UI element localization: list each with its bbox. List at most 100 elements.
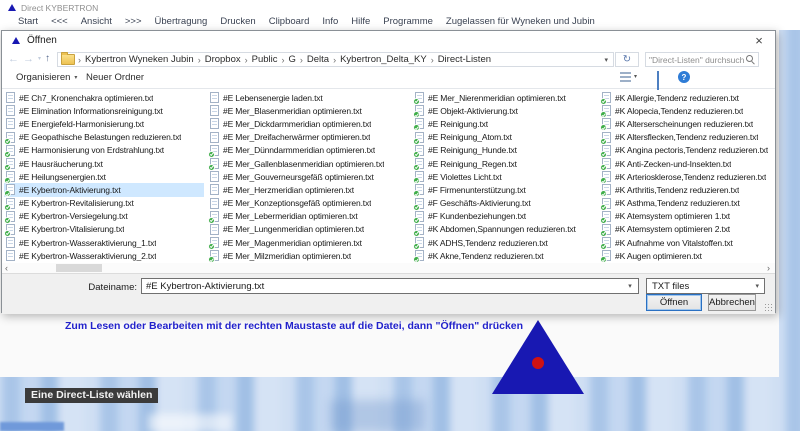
file-item[interactable]: #E Mer_Konzeptionsgefäß optimieren.txt (208, 197, 410, 210)
scroll-right-icon[interactable]: › (767, 263, 770, 273)
file-item[interactable]: #K Augen optimieren.txt (600, 249, 775, 262)
file-item[interactable]: #E Reinigung_Regen.txt (413, 157, 598, 170)
forward-icon[interactable]: → (23, 54, 34, 65)
file-item[interactable]: #E Mer_Dreifacherwärmer optimieren.txt (208, 131, 410, 144)
scroll-left-icon[interactable]: ‹ (5, 263, 8, 273)
file-item[interactable]: #E Kybertron-Vitalisierung.txt (4, 223, 204, 236)
preview-pane-button[interactable] (657, 72, 659, 90)
sync-check-badge-icon (413, 230, 420, 237)
help-button[interactable]: ? (678, 71, 690, 83)
scrollbar-thumb[interactable] (56, 264, 102, 272)
filetype-select[interactable]: TXT files ▾ (646, 278, 765, 294)
file-item[interactable]: #E Mer_Magenmeridian optimieren.txt (208, 236, 410, 249)
close-icon[interactable]: × (743, 31, 775, 50)
menu-item[interactable]: Übertragung (155, 16, 208, 27)
menu-item[interactable]: Zugelassen für Wyneken und Jubin (446, 16, 595, 27)
file-item[interactable]: #E Hausräucherung.txt (4, 157, 204, 170)
breadcrumb[interactable]: ›Kybertron Wyneken Jubin›Dropbox›Public›… (57, 52, 614, 67)
file-item[interactable]: #K Allergie,Tendenz reduzieren.txt (600, 91, 775, 104)
menu-item[interactable]: Info (322, 16, 338, 27)
file-item[interactable]: #E Objekt-Aktivierung.txt (413, 104, 598, 117)
menu-item[interactable]: Hilfe (351, 16, 370, 27)
resize-grip[interactable] (764, 303, 773, 312)
file-item[interactable]: #E Harmonisierung von Erdstrahlung.txt (4, 144, 204, 157)
file-item[interactable]: #E Elimination Informationsreinigung.txt (4, 104, 204, 117)
file-item[interactable]: #E Violettes Licht.txt (413, 170, 598, 183)
breadcrumb-item[interactable]: Dropbox (202, 54, 244, 65)
file-item[interactable]: #E Mer_Blasenmeridian optimieren.txt (208, 104, 410, 117)
file-item[interactable]: #E Mer_Lebermeridian optimieren.txt (208, 210, 410, 223)
file-item[interactable]: #E Mer_Herzmeridian optimieren.txt (208, 183, 410, 196)
file-item[interactable]: #E Mer_Milzmeridian optimieren.txt (208, 249, 410, 262)
file-item[interactable]: #E Mer_Gallenblasenmeridian optimieren.t… (208, 157, 410, 170)
file-item[interactable]: #E Ch7_Kronenchakra optimieren.txt (4, 91, 204, 104)
file-item[interactable]: #K Akne,Tendenz reduzieren.txt (413, 249, 598, 262)
file-item[interactable]: #K Anti-Zecken-und-Insekten.txt (600, 157, 775, 170)
file-item[interactable]: #K Altersflecken,Tendenz reduzieren.txt (600, 131, 775, 144)
file-item[interactable]: #E Mer_Gouverneursgefäß optimieren.txt (208, 170, 410, 183)
breadcrumb-item[interactable]: Kybertron Wyneken Jubin (82, 54, 197, 65)
open-button[interactable]: Öffnen (646, 294, 702, 311)
file-item[interactable]: #E Kybertron-Aktivierung.txt (4, 183, 204, 196)
breadcrumb-item[interactable]: Public (249, 54, 281, 65)
file-item[interactable]: #E Energiefeld-Harmonisierung.txt (4, 117, 204, 130)
menu-item[interactable]: Ansicht (81, 16, 112, 27)
file-item[interactable]: #E Heilungsenergien.txt (4, 170, 204, 183)
organize-button[interactable]: Organisieren ▾ (16, 72, 77, 83)
new-folder-button[interactable]: Neuer Ordner (86, 72, 144, 83)
file-item[interactable]: #F Firmenunterstützung.txt (413, 183, 598, 196)
text-file-synced-icon (210, 211, 219, 222)
breadcrumb-item[interactable]: G (286, 54, 299, 65)
horizontal-scrollbar[interactable]: ‹ › (2, 263, 775, 273)
file-item[interactable]: #E Kybertron-Revitalisierung.txt (4, 197, 204, 210)
file-item[interactable]: #E Lebensenergie laden.txt (208, 91, 410, 104)
breadcrumb-item[interactable]: Delta (304, 54, 332, 65)
file-item[interactable]: #K Abdomen,Spannungen reduzieren.txt (413, 223, 598, 236)
file-item[interactable]: #E Geopathische Belastungen reduzieren.t… (4, 131, 204, 144)
menu-item[interactable]: Start (18, 16, 38, 27)
breadcrumb-item[interactable]: Direct-Listen (435, 54, 494, 65)
file-item[interactable]: #F Kundenbeziehungen.txt (413, 210, 598, 223)
file-item[interactable]: #K Alopecia,Tendenz reduzieren.txt (600, 104, 775, 117)
file-item[interactable]: #K Asthma,Tendenz reduzieren.txt (600, 197, 775, 210)
file-name: #E Mer_Konzeptionsgefäß optimieren.txt (223, 198, 371, 208)
sync-check-badge-icon (4, 151, 11, 158)
menu-item[interactable]: >>> (125, 16, 142, 27)
file-item[interactable]: #K Arteriosklerose,Tendenz reduzieren.tx… (600, 170, 775, 183)
back-icon[interactable]: ← (8, 54, 19, 65)
up-icon[interactable]: ↑ (45, 54, 50, 64)
file-item[interactable]: #E Reinigung_Hunde.txt (413, 144, 598, 157)
view-mode-button[interactable]: ▾ (620, 72, 637, 82)
address-chevron-icon[interactable]: ▾ (604, 56, 613, 64)
file-item[interactable]: #K Aufnahme von Vitalstoffen.txt (600, 236, 775, 249)
file-item[interactable]: #K Angina pectoris,Tendenz reduzieren.tx… (600, 144, 775, 157)
file-item[interactable]: #E Kybertron-Wasseraktivierung_2.txt (4, 249, 204, 262)
chevron-down-icon[interactable]: ▾ (622, 282, 638, 290)
search-input[interactable]: "Direct-Listen" durchsuchen (645, 52, 759, 67)
file-item[interactable]: #K Arthritis,Tendenz reduzieren.txt (600, 183, 775, 196)
file-item[interactable]: #E Reinigung_Atom.txt (413, 131, 598, 144)
breadcrumb-item[interactable]: Kybertron_Delta_KY (337, 54, 430, 65)
refresh-icon[interactable]: ↻ (615, 52, 639, 67)
file-item[interactable]: #E Mer_Lungenmeridian optimieren.txt (208, 223, 410, 236)
menu-item[interactable]: Clipboard (269, 16, 310, 27)
file-item[interactable]: #E Mer_Nierenmeridian optimieren.txt (413, 91, 598, 104)
file-item[interactable]: #E Mer_Dickdarmmeridian optimieren.txt (208, 117, 410, 130)
file-item[interactable]: #E Reinigung.txt (413, 117, 598, 130)
file-item[interactable]: #K ADHS,Tendenz reduzieren.txt (413, 236, 598, 249)
text-file-synced-icon (210, 158, 219, 169)
menu-item[interactable]: <<< (51, 16, 68, 27)
file-item[interactable]: #K Atemsystem optimieren 2.txt (600, 223, 775, 236)
file-item[interactable]: #K Alterserscheinungen reduzieren.txt (600, 117, 775, 130)
filename-input[interactable]: #E Kybertron-Aktivierung.txt ▾ (141, 278, 639, 294)
recent-locations-chevron-icon[interactable]: ▾ (38, 56, 41, 62)
dialog-titlebar[interactable]: Öffnen × (2, 31, 775, 51)
cancel-button[interactable]: Abbrechen (708, 294, 756, 311)
file-item[interactable]: #E Mer_Dünndarmmeridian optimieren.txt (208, 144, 410, 157)
file-item[interactable]: #E Kybertron-Versiegelung.txt (4, 210, 204, 223)
menu-item[interactable]: Drucken (220, 16, 255, 27)
file-item[interactable]: #F Geschäfts-Aktivierung.txt (413, 197, 598, 210)
file-item[interactable]: #E Kybertron-Wasseraktivierung_1.txt (4, 236, 204, 249)
file-item[interactable]: #K Atemsystem optimieren 1.txt (600, 210, 775, 223)
menu-item[interactable]: Programme (383, 16, 433, 27)
